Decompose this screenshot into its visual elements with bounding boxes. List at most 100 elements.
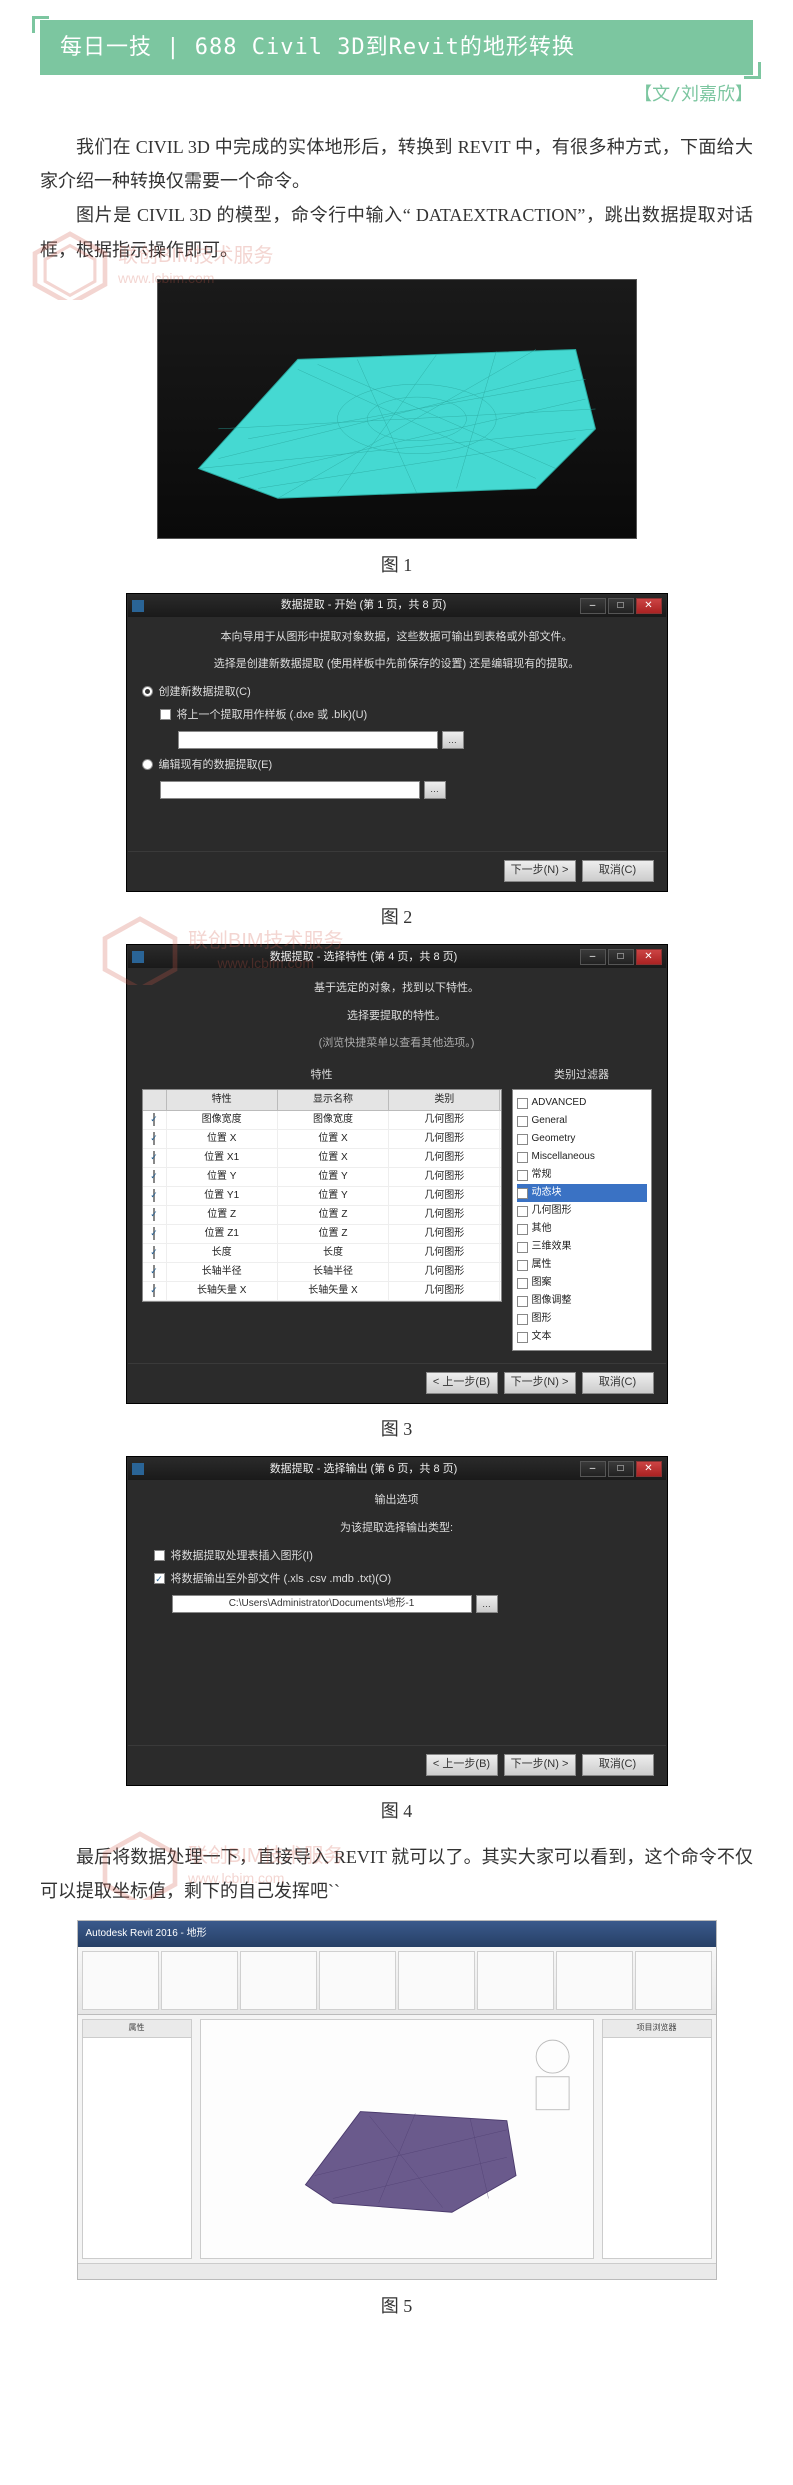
cell-property: 长轴矢量 X [167, 1282, 278, 1300]
minimize-button[interactable]: – [580, 1461, 606, 1477]
radio-create-new[interactable] [142, 686, 153, 697]
filter-checkbox[interactable] [517, 1332, 528, 1343]
maximize-button[interactable]: □ [608, 598, 634, 614]
browse-button[interactable]: … [442, 731, 464, 749]
checkbox-insert-table-label: 将数据提取处理表插入图形(I) [171, 1548, 313, 1566]
filter-item[interactable]: Geometry [517, 1130, 647, 1148]
prev-button[interactable]: < 上一步(B) [426, 1372, 498, 1394]
col-category[interactable]: 类别 [389, 1090, 500, 1110]
cell-property: 位置 Y [167, 1168, 278, 1186]
row-checkbox[interactable] [153, 1227, 155, 1240]
filter-label: 几何图形 [532, 1203, 572, 1219]
radio-create-new-label: 创建新数据提取(C) [159, 684, 251, 702]
cell-property: 长度 [167, 1244, 278, 1262]
filter-item[interactable]: 其他 [517, 1220, 647, 1238]
close-button[interactable]: ✕ [636, 598, 662, 614]
cell-display: 长轴半径 [278, 1263, 389, 1281]
filter-checkbox[interactable] [517, 1134, 528, 1145]
row-checkbox[interactable] [153, 1246, 155, 1259]
table-row[interactable]: 图像宽度图像宽度几何图形 [143, 1111, 501, 1130]
properties-group-label: 特性 [142, 1067, 502, 1085]
filter-checkbox[interactable] [517, 1170, 528, 1181]
cell-category: 几何图形 [389, 1149, 500, 1167]
maximize-button[interactable]: □ [608, 949, 634, 965]
filter-checkbox[interactable] [517, 1296, 528, 1307]
filter-checkbox[interactable] [517, 1206, 528, 1217]
row-checkbox[interactable] [153, 1189, 155, 1202]
checkbox-use-template[interactable] [160, 709, 171, 720]
dialog-question: 选择是创建新数据提取 (使用样板中先前保存的设置) 还是编辑现有的提取。 [142, 656, 652, 674]
next-button[interactable]: 下一步(N) > [504, 1754, 576, 1776]
cell-property: 图像宽度 [167, 1111, 278, 1129]
row-checkbox[interactable] [153, 1170, 155, 1183]
table-row[interactable]: 长轴矢量 X长轴矢量 X几何图形 [143, 1282, 501, 1301]
table-row[interactable]: 长度长度几何图形 [143, 1244, 501, 1263]
close-button[interactable]: ✕ [636, 1461, 662, 1477]
maximize-button[interactable]: □ [608, 1461, 634, 1477]
cell-category: 几何图形 [389, 1130, 500, 1148]
close-button[interactable]: ✕ [636, 949, 662, 965]
filter-item[interactable]: 常规 [517, 1166, 647, 1184]
table-row[interactable]: 位置 Z1位置 Z几何图形 [143, 1225, 501, 1244]
filter-item[interactable]: ADVANCED [517, 1094, 647, 1112]
table-row[interactable]: 位置 X1位置 X几何图形 [143, 1149, 501, 1168]
radio-edit-existing[interactable] [142, 759, 153, 770]
filter-checkbox[interactable] [517, 1224, 528, 1235]
filter-checkbox[interactable] [517, 1278, 528, 1289]
filter-item[interactable]: 动态块 [517, 1184, 647, 1202]
filter-item[interactable]: 图案 [517, 1274, 647, 1292]
revit-project-browser[interactable]: 属性 [82, 2019, 192, 2259]
filter-item[interactable]: General [517, 1112, 647, 1130]
next-button[interactable]: 下一步(N) > [504, 860, 576, 882]
filter-label: 三维效果 [532, 1239, 572, 1255]
cancel-button[interactable]: 取消(C) [582, 1372, 654, 1394]
row-checkbox[interactable] [153, 1132, 155, 1145]
filter-item[interactable]: 属性 [517, 1256, 647, 1274]
filter-item[interactable]: 几何图形 [517, 1202, 647, 1220]
table-row[interactable]: 长轴半径长轴半径几何图形 [143, 1263, 501, 1282]
table-row[interactable]: 位置 Y位置 Y几何图形 [143, 1168, 501, 1187]
filter-checkbox[interactable] [517, 1260, 528, 1271]
cancel-button[interactable]: 取消(C) [582, 860, 654, 882]
cancel-button[interactable]: 取消(C) [582, 1754, 654, 1776]
minimize-button[interactable]: – [580, 598, 606, 614]
filter-item[interactable]: 图像调整 [517, 1292, 647, 1310]
template-path-input[interactable] [178, 731, 438, 749]
filter-checkbox[interactable] [517, 1242, 528, 1253]
filter-item[interactable]: 文本 [517, 1328, 647, 1346]
filter-checkbox[interactable] [517, 1188, 528, 1199]
row-checkbox[interactable] [153, 1265, 155, 1278]
table-row[interactable]: 位置 X位置 X几何图形 [143, 1130, 501, 1149]
revit-viewport[interactable] [200, 2019, 594, 2259]
checkbox-insert-table[interactable] [154, 1550, 165, 1561]
filter-checkbox[interactable] [517, 1314, 528, 1325]
checkbox-output-file[interactable] [154, 1573, 165, 1584]
output-path-value: C:\Users\Administrator\Documents\地形-1 [229, 1598, 415, 1609]
browse-button[interactable]: … [476, 1595, 498, 1613]
figure-2-dialog: 数据提取 - 开始 (第 1 页，共 8 页) – □ ✕ 本向导用于从图形中提… [127, 594, 667, 891]
filter-label: Geometry [532, 1131, 576, 1147]
revit-properties-panel[interactable]: 项目浏览器 [602, 2019, 712, 2259]
filter-item[interactable]: 三维效果 [517, 1238, 647, 1256]
filter-checkbox[interactable] [517, 1116, 528, 1127]
filter-checkbox[interactable] [517, 1098, 528, 1109]
output-path-input[interactable]: C:\Users\Administrator\Documents\地形-1 [172, 1595, 472, 1613]
col-display[interactable]: 显示名称 [278, 1090, 389, 1110]
existing-path-input[interactable] [160, 781, 420, 799]
prev-button[interactable]: < 上一步(B) [426, 1754, 498, 1776]
table-row[interactable]: 位置 Z位置 Z几何图形 [143, 1206, 501, 1225]
next-button[interactable]: 下一步(N) > [504, 1372, 576, 1394]
table-row[interactable]: 位置 Y1位置 Y几何图形 [143, 1187, 501, 1206]
row-checkbox[interactable] [153, 1113, 155, 1126]
browse-button-2[interactable]: … [424, 781, 446, 799]
filter-item[interactable]: 图形 [517, 1310, 647, 1328]
filter-item[interactable]: Miscellaneous [517, 1148, 647, 1166]
filter-checkbox[interactable] [517, 1152, 528, 1163]
col-property[interactable]: 特性 [167, 1090, 278, 1110]
row-checkbox[interactable] [153, 1284, 155, 1297]
figure-3-caption: 图 3 [40, 1415, 753, 1444]
minimize-button[interactable]: – [580, 949, 606, 965]
row-checkbox[interactable] [153, 1151, 155, 1164]
row-checkbox[interactable] [153, 1208, 155, 1221]
filter-label: 文本 [532, 1329, 552, 1345]
